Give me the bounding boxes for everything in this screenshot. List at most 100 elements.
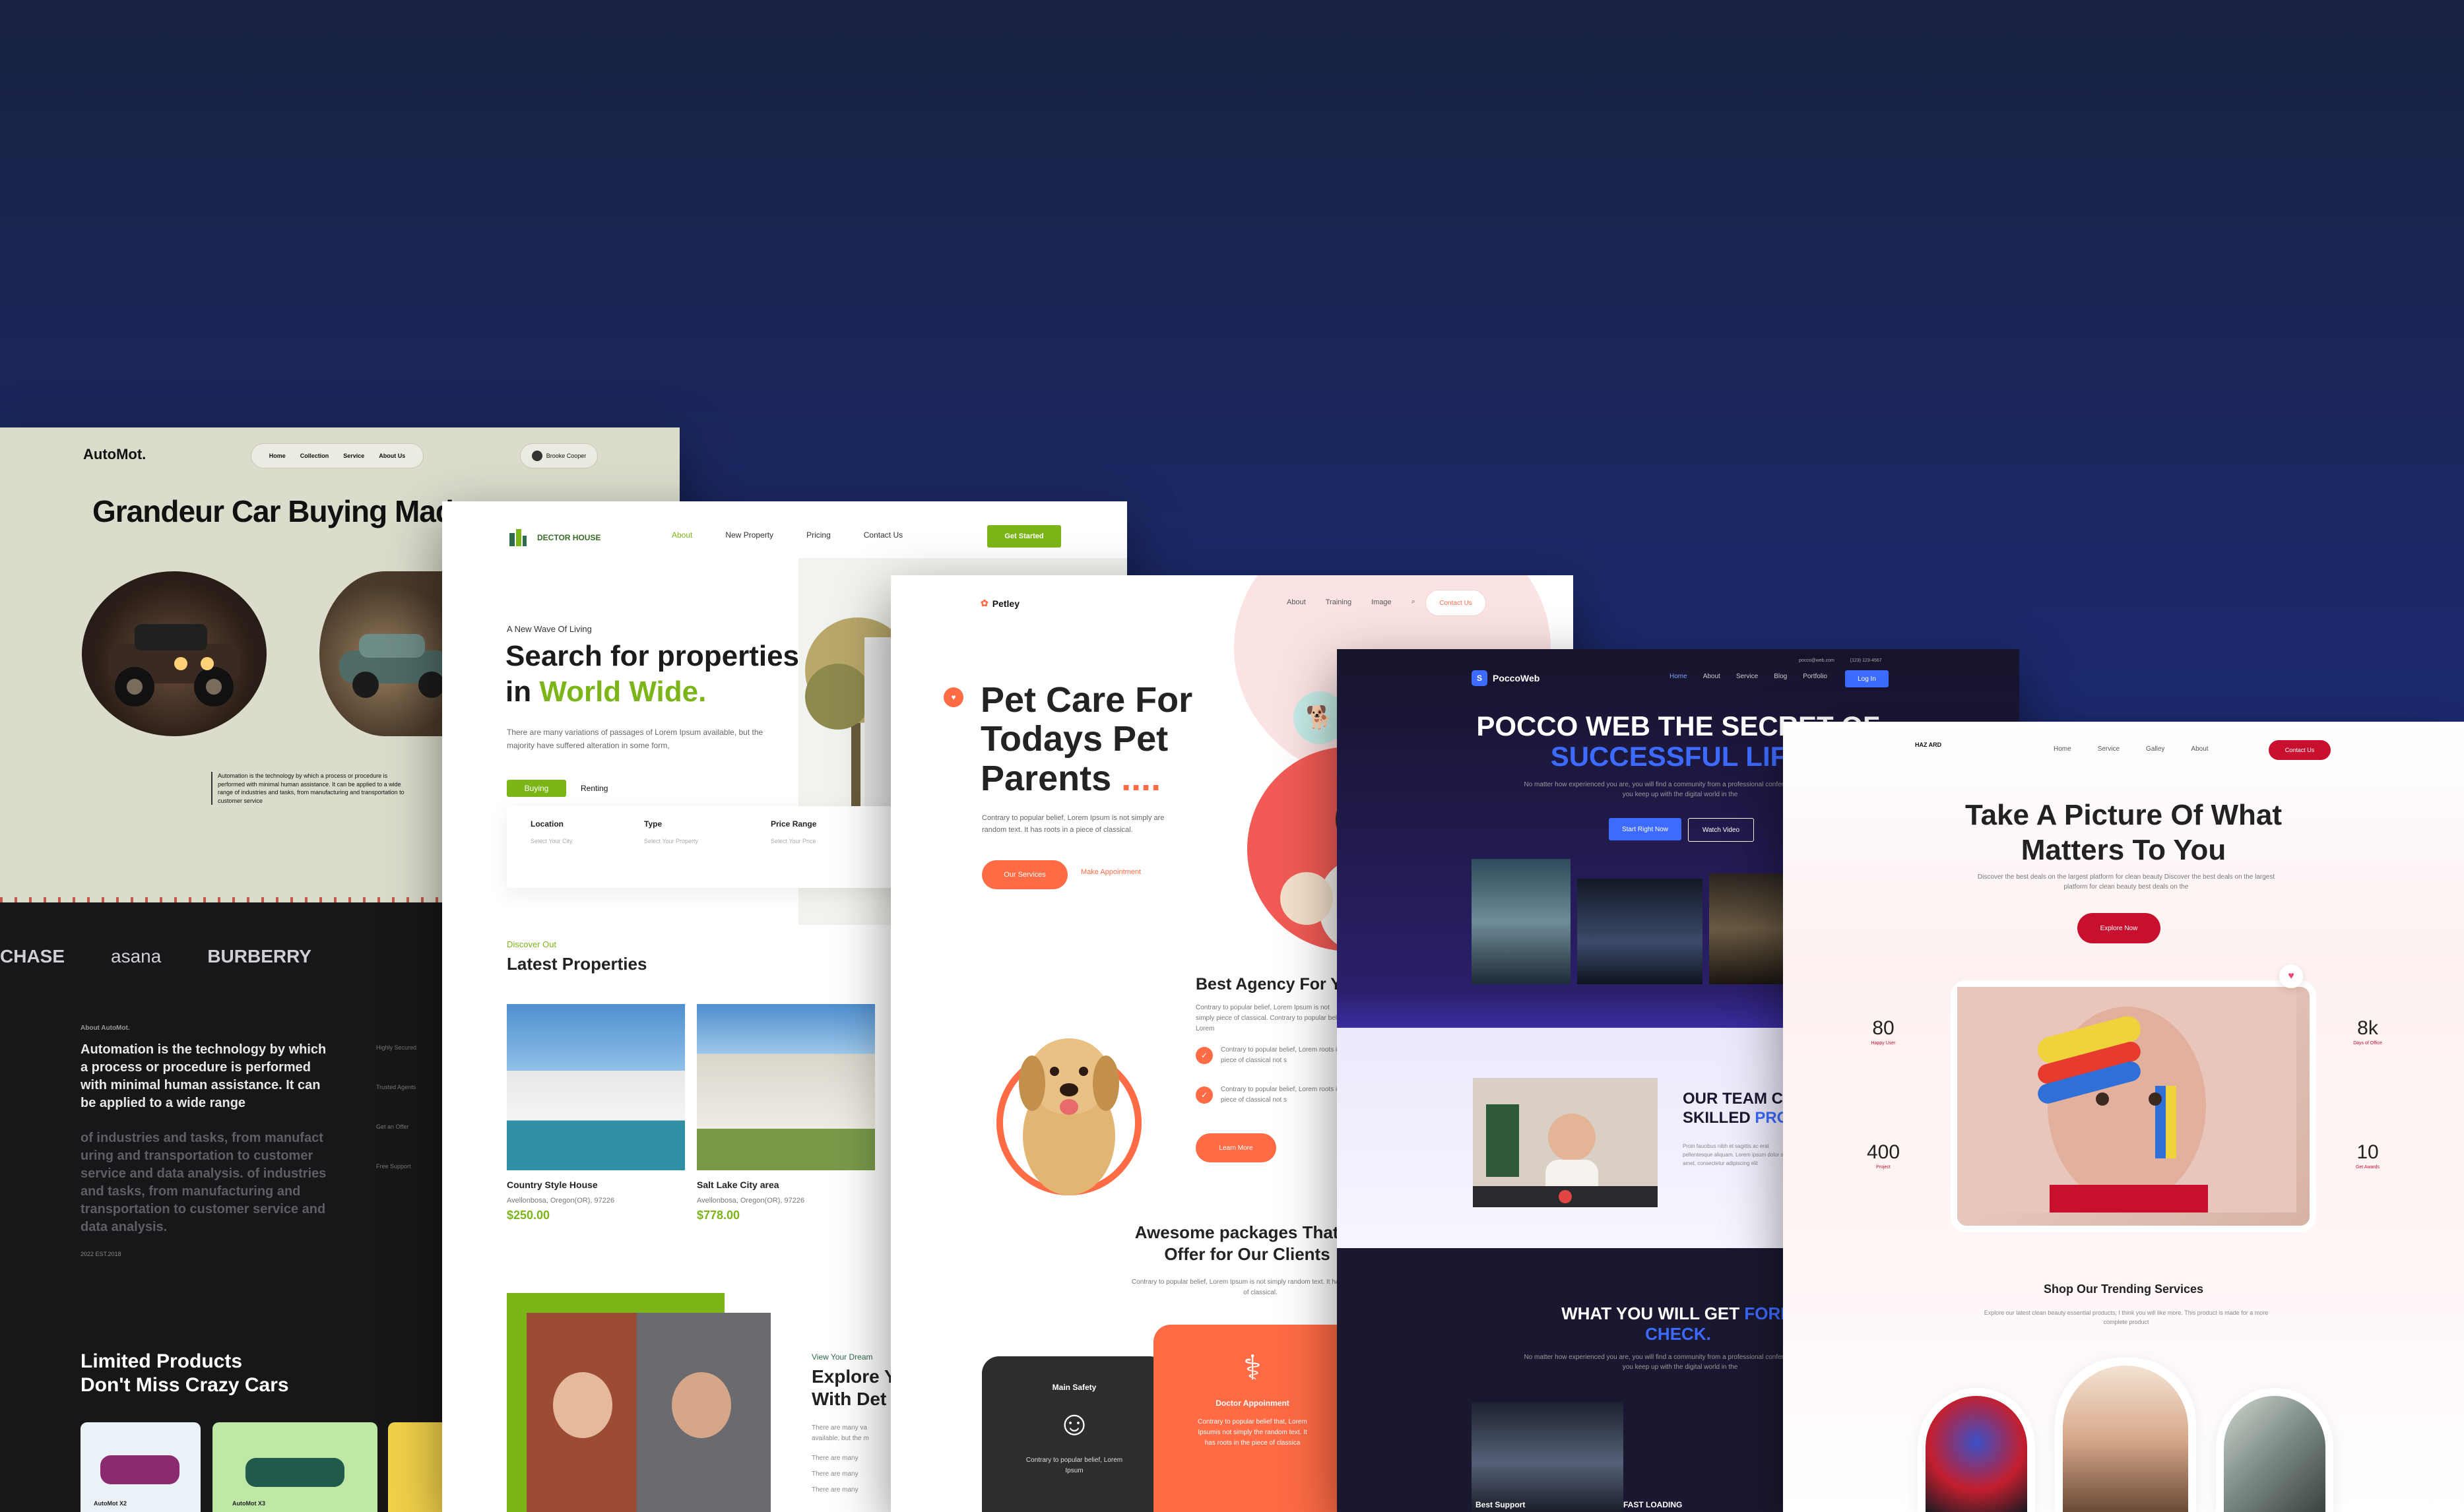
property-card[interactable]: Country Style House Avellonbosa, Oregon(… <box>507 1004 685 1222</box>
pet-logo[interactable]: ✿ Petley <box>981 598 1020 609</box>
trending-services-title: Shop Our Trending Services <box>2043 1282 2204 1296</box>
photo-logo[interactable]: HAZ ARD <box>1915 741 1941 748</box>
service-card[interactable] <box>1918 1388 2035 1512</box>
price-select: Select Your Price <box>771 838 816 844</box>
automot-description: Automation is the technology by which a … <box>211 772 409 805</box>
service-card[interactable] <box>2055 1358 2196 1512</box>
house-nav-pricing[interactable]: Pricing <box>806 530 831 540</box>
pocco-feature-label: Best Support <box>1475 1500 1526 1509</box>
side-link-offer[interactable]: Get an Offer <box>376 1107 416 1147</box>
doctor-appointment-text: Contrary to popular belief that, Lorem I… <box>1198 1418 1307 1447</box>
main-safety-title: Main Safety <box>1052 1383 1097 1392</box>
car-card-green[interactable]: AutoMot X3 <box>212 1422 377 1512</box>
property-image <box>697 1004 875 1170</box>
learn-more-button[interactable]: Learn More <box>1196 1133 1276 1162</box>
doctor-icon: ⚕ <box>1243 1349 1262 1387</box>
house-logo-text: DECTOR HOUSE <box>537 533 601 542</box>
car-card-purple[interactable]: AutoMot X2 <box>81 1422 201 1512</box>
doctor-appointment-title: Doctor Appoinment <box>1216 1399 1289 1408</box>
automot-brand-logos: CHASE asana BURBERRY <box>0 946 462 967</box>
what-line1: WHAT YOU WILL GET <box>1561 1304 1745 1323</box>
pet-nav-image[interactable]: Image <box>1371 598 1392 606</box>
photo-subtitle: Discover the best deals on the largest p… <box>1977 873 2275 891</box>
our-services-button[interactable]: Our Services <box>982 860 1068 889</box>
house-title-highlight: World Wide. <box>539 675 707 708</box>
stat-value: 8k <box>2357 1017 2378 1039</box>
pocco-nav-portfolio[interactable]: Portfolio <box>1803 673 1827 680</box>
car-card-yellow[interactable] <box>388 1422 447 1512</box>
property-name: Country Style House <box>507 1180 598 1190</box>
automot-nav-service[interactable]: Service <box>343 453 364 459</box>
limited-subtitle: Don't Miss Crazy Cars <box>81 1374 289 1396</box>
side-link-agents[interactable]: Trusted Agents <box>376 1067 416 1107</box>
location-label: Location <box>531 819 564 829</box>
pet-badge-icon: ♥ <box>944 687 963 707</box>
login-button[interactable]: Log In <box>1845 670 1889 687</box>
photo-nav-service[interactable]: Service <box>2098 745 2120 753</box>
happy-couple-image <box>507 1293 771 1512</box>
house-nav-contact[interactable]: Contact Us <box>864 530 903 540</box>
location-field[interactable]: Location Select Your City <box>531 819 573 844</box>
pocco-logo-icon: S <box>1472 670 1487 686</box>
type-field[interactable]: Type Select Your Property <box>644 819 698 844</box>
agency-list-text: Contrary to popular belief, Lorem roots … <box>1221 1086 1347 1104</box>
house-nav-new-property[interactable]: New Property <box>725 530 773 540</box>
pet-subtitle: Contrary to popular belief, Lorem Ipsum … <box>982 814 1165 834</box>
heart-icon[interactable]: ♥ <box>2279 964 2303 988</box>
photo-nav-about[interactable]: About <box>2191 745 2208 753</box>
get-started-button[interactable]: Get Started <box>987 525 1061 548</box>
pocco-logo-text: PoccoWeb <box>1493 673 1540 683</box>
watch-video-button[interactable]: Watch Video <box>1688 818 1754 842</box>
pet-nav-training[interactable]: Training <box>1326 598 1351 606</box>
automot-side-links: Highly Secured Trusted Agents Get an Off… <box>376 1028 416 1186</box>
photo-nav: Home Service Galley About <box>2054 745 2209 753</box>
main-safety-card[interactable]: Main Safety ☺ Contrary to popular belief… <box>982 1356 1167 1512</box>
dog-safety-icon: ☺ <box>1056 1404 1092 1443</box>
automot-nav-about[interactable]: About Us <box>379 453 405 459</box>
limited-title: Limited Products <box>81 1350 243 1372</box>
start-right-now-button[interactable]: Start Right Now <box>1609 818 1681 840</box>
photo-contact-button[interactable]: Contact Us <box>2269 740 2331 760</box>
tab-renting[interactable]: Renting <box>581 784 608 793</box>
doctor-appointment-card[interactable]: ⚕ Doctor Appoinment Contrary to popular … <box>1153 1325 1351 1512</box>
house-nav-about[interactable]: About <box>672 530 692 540</box>
pet-contact-button[interactable]: Contact Us <box>1425 590 1486 616</box>
service-card[interactable] <box>2216 1388 2333 1512</box>
property-card[interactable]: Salt Lake City area Avellonbosa, Oregon(… <box>697 1004 875 1222</box>
photo-nav-home[interactable]: Home <box>2054 745 2071 753</box>
side-link-support[interactable]: Free Support <box>376 1147 416 1186</box>
pocco-phone: (123) 123-4567 <box>1850 658 1882 663</box>
side-link-secured[interactable]: Highly Secured <box>376 1028 416 1067</box>
house-title-line2: in <box>505 675 540 708</box>
automot-profile-name: Brooke Cooper <box>546 453 587 459</box>
make-appointment-link[interactable]: Make Appointment <box>1081 868 1141 876</box>
team-photo <box>1577 879 1702 984</box>
stat-days-of-office: 8k Days of Office <box>2341 1017 2394 1046</box>
pocco-logo[interactable]: S PoccoWeb <box>1472 670 1540 686</box>
pet-nav-about[interactable]: About <box>1287 598 1306 606</box>
automot-nav-collection[interactable]: Collection <box>300 453 329 459</box>
automot-profile-button[interactable]: Brooke Cooper <box>520 443 598 468</box>
price-field[interactable]: Price Range Select Your Price <box>771 819 816 844</box>
automot-logo[interactable]: AutoMot. <box>83 446 146 463</box>
search-icon[interactable]: ⌕ <box>1411 598 1415 606</box>
painted-face-portrait <box>1951 980 2316 1232</box>
photo-title: Take A Picture Of What Matters To You <box>1783 798 2464 868</box>
automot-nav-home[interactable]: Home <box>269 453 286 459</box>
house-title: Search for properties in World Wide. <box>505 639 799 709</box>
tab-buying[interactable]: Buying <box>507 780 566 797</box>
pocco-nav-home[interactable]: Home <box>1670 673 1687 680</box>
pocco-nav-blog[interactable]: Blog <box>1774 673 1787 680</box>
house-title-line1: Search for properties <box>505 640 800 672</box>
automot-about-section: About AutoMot. Automation is the technol… <box>81 1024 331 1257</box>
explore-now-button[interactable]: Explore Now <box>2077 913 2160 943</box>
stat-value: 400 <box>1866 1141 1900 1163</box>
house-logo[interactable]: DECTOR HOUSE <box>507 526 600 549</box>
pocco-nav-about[interactable]: About <box>1703 673 1720 680</box>
stat-label: Happy User <box>1871 1041 1896 1046</box>
pocco-nav-service[interactable]: Service <box>1736 673 1758 680</box>
pet-title-line1: Pet Care For <box>981 680 1193 720</box>
photography-website-card: HAZ ARD Home Service Galley About Contac… <box>1783 722 2464 1512</box>
photo-nav-galley[interactable]: Galley <box>2146 745 2164 753</box>
type-label: Type <box>644 819 663 829</box>
